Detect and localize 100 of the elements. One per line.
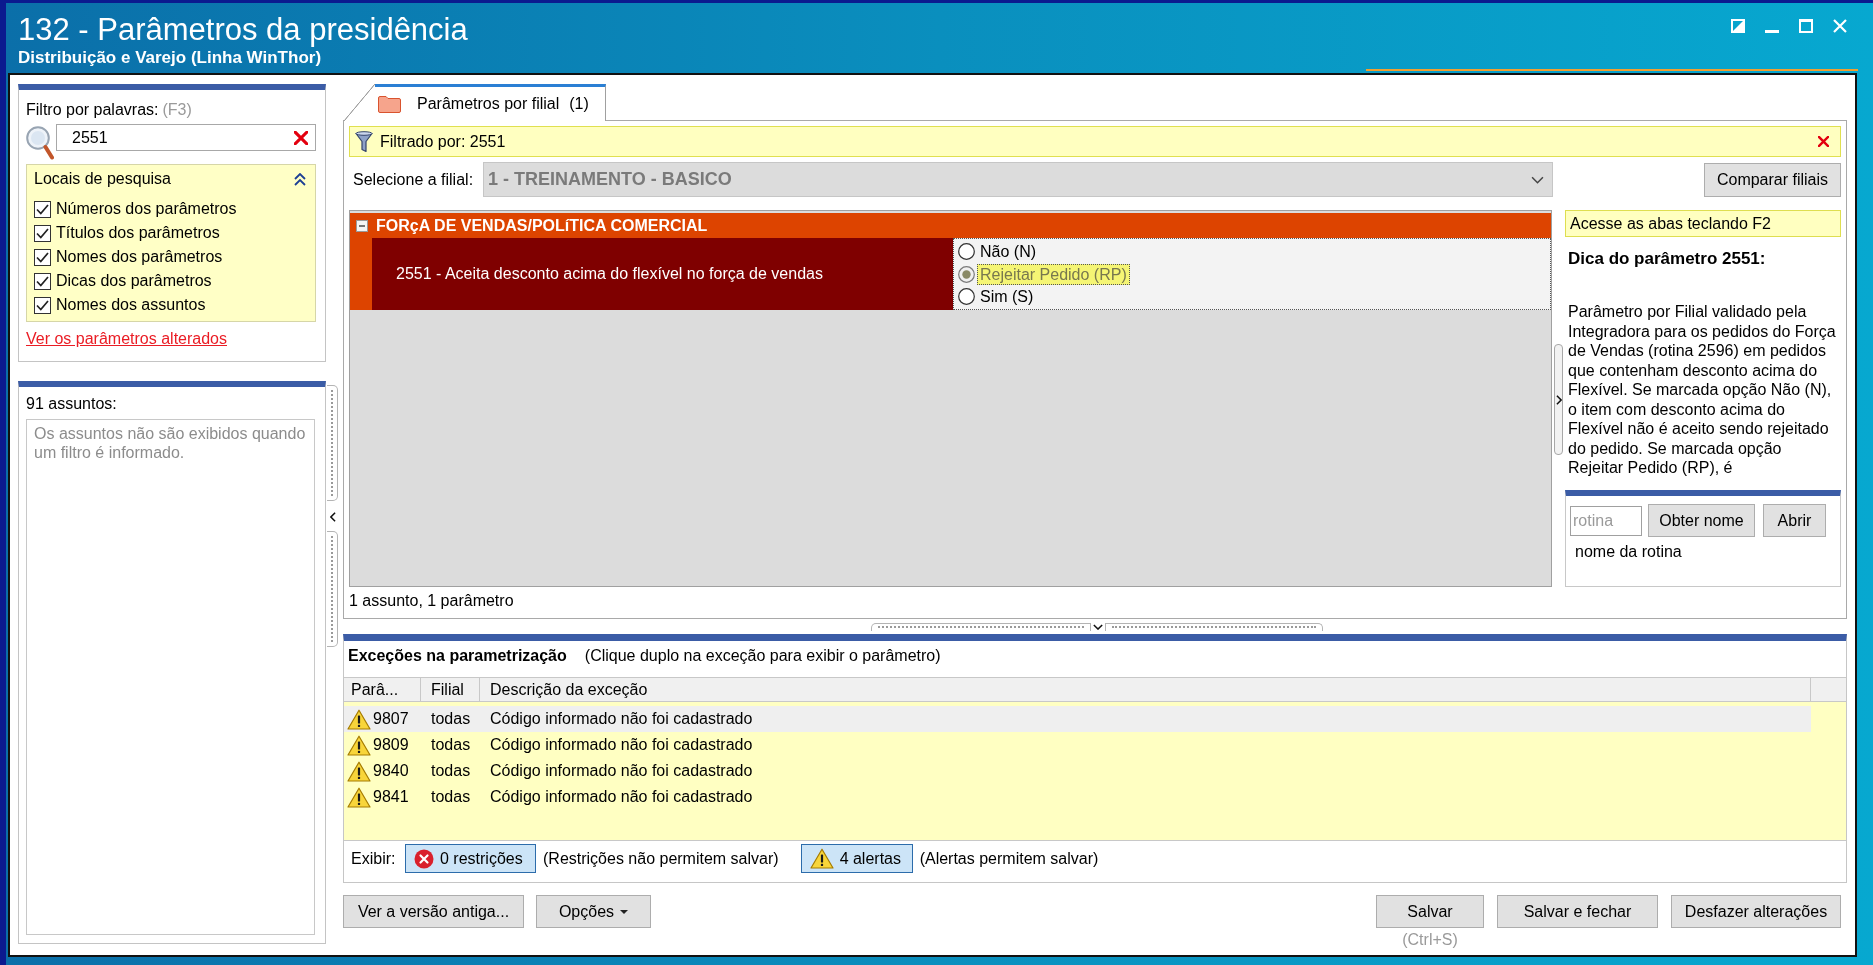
collapse-button[interactable] — [327, 510, 338, 524]
table-cell-text: 9841 — [373, 787, 409, 807]
checkbox-label[interactable]: Dicas dos parâmetros — [56, 269, 212, 293]
option-label[interactable]: Rejeitar Pedido (RP) — [977, 263, 1130, 285]
filter-text: Filtrado por: 2551 — [380, 131, 506, 152]
shortcut-hint: (F3) — [162, 100, 192, 120]
half-filled-square-icon — [1731, 19, 1745, 33]
row-indent-strip — [350, 238, 372, 310]
close-icon — [293, 130, 308, 145]
minimize-icon — [1765, 29, 1779, 33]
checkmark-icon — [36, 203, 49, 215]
table-cell-text: todas — [431, 761, 471, 781]
table-cell-text: Código informado não foi cadastrado — [490, 761, 753, 781]
checkbox-label[interactable]: Títulos dos parâmetros — [56, 221, 220, 245]
routine-button[interactable]: Abrir — [1763, 504, 1826, 537]
action-button[interactable]: Ver a versão antiga... — [343, 895, 524, 928]
checkmark-icon — [36, 275, 49, 287]
checkmark-icon — [36, 227, 49, 239]
checkbox-label[interactable]: Números dos parâmetros — [56, 197, 237, 221]
table-row[interactable]: 9807 todas Código informado não foi cadastrado — [344, 706, 1811, 732]
warning-icon — [347, 708, 371, 730]
option-label[interactable]: Sim (S) — [977, 286, 1037, 307]
chevron-down-icon — [1093, 623, 1103, 630]
menu-button[interactable]: Opções — [536, 895, 651, 928]
checkbox-label[interactable]: Nomes dos assuntos — [56, 293, 206, 317]
subjects-list[interactable]: Os assuntos não são exibidos quando um filtro é informado. — [26, 419, 315, 935]
filter-toggle-button[interactable]: 0 restrições — [405, 844, 536, 873]
action-button[interactable]: Salvar — [1376, 895, 1484, 928]
table-row[interactable]: 9840 todas Código informado não foi cadastrado — [344, 758, 1811, 784]
warning-icon — [347, 760, 371, 782]
search-field[interactable]: 2551 — [56, 124, 316, 151]
splitter-handle[interactable] — [1554, 344, 1563, 455]
checkmark-icon — [36, 299, 49, 311]
table-cell-text: Código informado não foi cadastrado — [490, 787, 753, 807]
table-cell-text: Código informado não foi cadastrado — [490, 735, 753, 755]
splitter-grip[interactable] — [327, 531, 338, 647]
search-icon — [26, 126, 54, 160]
table-cell-text: Código informado não foi cadastrado — [490, 709, 753, 729]
checkmark-icon — [36, 251, 49, 263]
changed-parameters-link[interactable]: Ver os parâmetros alterados — [26, 330, 227, 348]
splitter-grip[interactable] — [327, 385, 338, 501]
table-row[interactable]: 9809 todas Código informado não foi cadastrado — [344, 732, 1811, 758]
radio-button[interactable] — [958, 243, 975, 260]
hint-bar: Acesse as abas teclando F2 — [1565, 210, 1841, 237]
collapse-button[interactable] — [294, 172, 306, 186]
parameter-title[interactable]: 2551 - Aceita desconto acima do flexível no força de vendas — [372, 238, 953, 310]
folder-icon — [378, 95, 401, 113]
radio-button[interactable] — [958, 265, 975, 283]
checkbox[interactable] — [34, 248, 51, 266]
splitter-grip[interactable] — [1105, 622, 1323, 631]
filter-icon — [355, 130, 373, 153]
warning-icon — [347, 786, 371, 808]
action-button[interactable]: Salvar e fechar — [1497, 895, 1658, 928]
checkbox[interactable] — [34, 296, 51, 314]
clear-filter-button[interactable] — [1817, 135, 1829, 148]
splitter-grip[interactable] — [871, 622, 1091, 631]
table-row[interactable]: 9841 todas Código informado não foi cadastrado — [344, 784, 1811, 810]
action-button[interactable]: Desfazer alterações — [1671, 895, 1841, 928]
column-header[interactable]: Parâ... — [344, 678, 421, 701]
close-icon — [1833, 19, 1847, 33]
routine-input[interactable]: rotina — [1570, 505, 1642, 536]
tip-text: Parâmetro por Filial validado pela Integradora para os pedidos do Força de Vendas (rotina 2596) em pedidos que contenham desconto acima do Flexível. Se marcada opção Não (N), o item com desconto acima do Flexível não é aceito sendo rejeitado do pedido. Se marcada opção Rejeitar Pedido (RP), é — [1567, 302, 1837, 478]
filter-label: Filtro por palavras: — [26, 100, 159, 120]
maximize-icon — [1799, 19, 1813, 33]
table-cell-text: 9840 — [373, 761, 409, 781]
routine-button[interactable]: Obter nome — [1648, 504, 1755, 537]
summary-text: 1 assunto, 1 parâmetro — [349, 592, 515, 610]
checkbox[interactable] — [34, 224, 51, 242]
shortcut-hint: (Ctrl+S) — [1402, 932, 1458, 948]
column-header[interactable]: Descrição da exceção — [480, 678, 1811, 701]
table-cell-text: todas — [431, 787, 471, 807]
option-label[interactable]: Não (N) — [977, 241, 1039, 262]
tip-title: Dica do parâmetro 2551: — [1567, 249, 1767, 269]
chevron-down-icon — [1531, 175, 1544, 184]
filter-note: (Restrições não permitem salvar) — [543, 848, 779, 869]
chevron-right-icon — [1555, 394, 1562, 405]
window-title: 132 - Parâmetros da presidência — [18, 13, 468, 47]
branch-label: Selecione a filial: — [353, 169, 474, 190]
checkbox[interactable] — [34, 200, 51, 218]
column-header[interactable]: Filial — [421, 678, 480, 701]
exceptions-title: Exceções na parametrização — [348, 646, 567, 666]
compare-button[interactable]: Comparar filiais — [1704, 162, 1841, 197]
double-chevron-up-icon — [294, 172, 306, 186]
window-subtitle: Distribuição e Varejo (Linha WinThor) — [18, 48, 323, 68]
warning-icon — [809, 848, 834, 869]
filter-note: (Alertas permitem salvar) — [919, 848, 1099, 869]
filter-toggle-button[interactable]: 4 alertas — [800, 844, 913, 873]
checkbox[interactable] — [34, 272, 51, 290]
radio-button[interactable] — [958, 288, 975, 305]
caret-down-icon — [620, 909, 629, 914]
clear-button[interactable] — [293, 130, 308, 145]
warning-icon — [347, 734, 371, 756]
routine-name: nome da rotina — [1574, 543, 1683, 561]
section-title: Locais de pesquisa — [34, 169, 171, 189]
checkbox-label[interactable]: Nomes dos parâmetros — [56, 245, 223, 269]
group-title: FORçA DE VENDAS/POLíTICA COMERCIAL — [376, 215, 708, 236]
table-cell-text: todas — [431, 709, 471, 729]
table-cell-text: 9807 — [373, 709, 409, 729]
group-header[interactable]: FORçA DE VENDAS/POLíTICA COMERCIAL — [350, 213, 1551, 238]
table-cell-text: 9809 — [373, 735, 409, 755]
